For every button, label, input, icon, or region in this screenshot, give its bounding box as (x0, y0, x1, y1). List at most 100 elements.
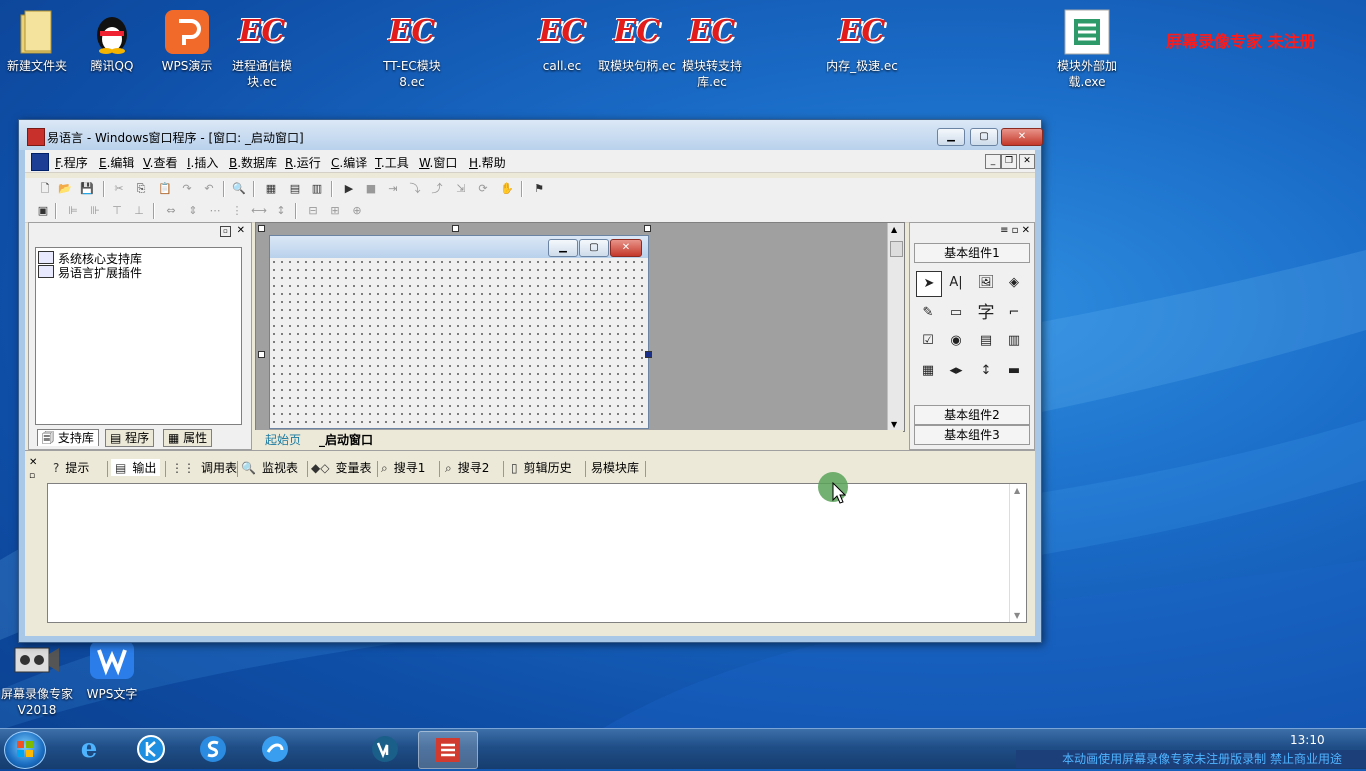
grid-list-tool-icon[interactable]: ▦ (916, 359, 940, 383)
menu-app-icon[interactable] (31, 153, 49, 171)
desktop-icon-ec-module-handle[interactable]: EC 取模块句柄.ec (597, 8, 677, 74)
checkbox-tool-icon[interactable]: ☑ (916, 329, 940, 353)
tab-search-1[interactable]: ⌕ 搜寻1 (381, 459, 425, 476)
listbox-tool-icon[interactable]: ▥ (1002, 329, 1026, 353)
desktop-icon-wps-presentation[interactable]: WPS演示 (147, 8, 227, 74)
scroll-up-icon[interactable]: ▲ (891, 225, 897, 234)
desktop-icon-screen-recorder[interactable]: 屏幕录像专家V2018 (0, 636, 77, 718)
distribute-v-icon[interactable]: ↕ (273, 203, 289, 219)
resize-handle[interactable] (258, 225, 265, 232)
menu-window[interactable]: W.窗口 (419, 154, 457, 171)
menu-help[interactable]: H.帮助 (469, 154, 506, 171)
scrollbar-h-tool-icon[interactable]: ◂▸ (944, 359, 968, 383)
minimize-button[interactable]: ▁ (937, 128, 965, 146)
panel-close-button[interactable]: ✕ (237, 225, 245, 236)
stop-icon[interactable]: ■ (363, 181, 379, 197)
panel-close-button[interactable]: ≡ ▫ ✕ (1000, 225, 1030, 236)
support-library-tree[interactable]: 系统核心支持库 易语言扩展插件 (35, 247, 242, 425)
space-vertical-icon[interactable]: ⋮ (229, 203, 245, 219)
center-v-icon[interactable]: ⊞ (327, 203, 343, 219)
component-group-2[interactable]: 基本组件2 (914, 405, 1030, 425)
new-file-icon[interactable]: 🗋 (37, 181, 53, 197)
scrollbar-v-tool-icon[interactable]: ↕ (974, 359, 998, 383)
menu-edit[interactable]: E.编辑 (99, 154, 134, 171)
hand-icon[interactable]: ✋ (499, 181, 515, 197)
resize-handle[interactable] (452, 225, 459, 232)
output-scrollbar[interactable]: ▲ ▼ (1009, 484, 1026, 622)
align-bottom-icon[interactable]: ⊥ (131, 203, 147, 219)
text-tool-icon[interactable]: 字 (974, 301, 998, 325)
scroll-thumb[interactable] (890, 241, 903, 257)
menu-compile[interactable]: C.编译 (331, 154, 367, 171)
taskbar-sogou[interactable] (184, 731, 242, 767)
output-restore-button[interactable]: ▫ (29, 471, 35, 481)
shape-tool-icon[interactable]: ◈ (1002, 271, 1026, 295)
clock[interactable]: 13:10 (1290, 733, 1325, 747)
same-height-icon[interactable]: ⇕ (185, 203, 201, 219)
align-left-icon[interactable]: ⊫ (65, 203, 81, 219)
taskbar-app-k[interactable] (122, 731, 180, 767)
center-both-icon[interactable]: ⊕ (349, 203, 365, 219)
resize-handle[interactable] (644, 225, 651, 232)
mdi-close-button[interactable]: ✕ (1019, 154, 1035, 169)
menu-program[interactable]: F.程序 (55, 154, 88, 171)
button-tool-icon[interactable]: ⌐ (1002, 301, 1026, 325)
designer-scrollbar[interactable]: ▲ ▼ (887, 223, 904, 431)
cut-icon[interactable]: ✂ (111, 181, 127, 197)
run-icon[interactable]: ▶ (341, 181, 357, 197)
layout-panel-icon[interactable]: ▤ (287, 181, 303, 197)
debug-tool-icon[interactable]: ⚑ (531, 181, 547, 197)
center-h-icon[interactable]: ⊟ (305, 203, 321, 219)
startup-window-form[interactable]: ▁ ▢ ✕ (269, 235, 649, 429)
picture-tool-icon[interactable]: 🖼 (974, 271, 998, 295)
scroll-down-icon[interactable]: ▼ (891, 420, 897, 429)
menu-tools[interactable]: T.工具 (375, 154, 409, 171)
menu-database[interactable]: B.数据库 (229, 154, 277, 171)
desktop-icon-ec-memory[interactable]: EC 内存_极速.ec (822, 8, 902, 74)
calculator-icon[interactable]: ▣ (35, 203, 51, 219)
tab-search-2[interactable]: ⌕ 搜寻2 (445, 459, 489, 476)
start-button[interactable] (4, 731, 46, 769)
desktop-icon-ec-module-to-lib[interactable]: EC 模块转支持库.ec (672, 8, 752, 90)
space-horizontal-icon[interactable]: ⋯ (207, 203, 223, 219)
mdi-restore-button[interactable]: ❐ (1001, 154, 1017, 169)
panel-restore-button[interactable]: ▫ (220, 226, 231, 237)
taskbar-easy-language[interactable] (418, 731, 478, 769)
paste-icon[interactable]: 📋 (157, 181, 173, 197)
align-center-icon[interactable]: ⊪ (87, 203, 103, 219)
menu-run[interactable]: R.运行 (285, 154, 321, 171)
breakpoint-icon[interactable]: ⟳ (475, 181, 491, 197)
taskbar-browser[interactable] (246, 731, 304, 767)
undo-icon[interactable]: ↶ (201, 181, 217, 197)
menu-insert[interactable]: I.插入 (187, 154, 218, 171)
run-to-cursor-icon[interactable]: ⇲ (453, 181, 469, 197)
redo-icon[interactable]: ↷ (179, 181, 195, 197)
desktop-icon-new-folder[interactable]: 新建文件夹 (0, 8, 77, 74)
resize-handle[interactable] (258, 351, 265, 358)
step-into-icon[interactable]: ⤵ (407, 181, 423, 197)
open-folder-icon[interactable]: 📂 (57, 181, 73, 197)
taskbar-ie[interactable]: e (60, 731, 118, 767)
group-box-tool-icon[interactable]: ▭ (944, 301, 968, 325)
distribute-h-icon[interactable]: ⟷ (251, 203, 267, 219)
desktop-icon-ec-tt[interactable]: EC TT-EC模块8.ec (372, 8, 452, 90)
pointer-tool-icon[interactable]: ➤ (916, 271, 942, 297)
step-over-icon[interactable]: ⇥ (385, 181, 401, 197)
same-width-icon[interactable]: ⇔ (163, 203, 179, 219)
tab-program[interactable]: ▤ 程序 (105, 429, 155, 447)
save-icon[interactable]: 💾 (79, 181, 95, 197)
label-tool-icon[interactable]: A| (944, 271, 968, 295)
mdi-minimize-button[interactable]: _ (985, 154, 1001, 169)
tab-support-library[interactable]: 🗐 支持库 (37, 429, 99, 446)
tab-call-stack[interactable]: ⋮⋮ 调用表 (171, 459, 237, 476)
layout-list-icon[interactable]: ▥ (309, 181, 325, 197)
desktop-icon-ec-process-comm[interactable]: EC 进程通信模块.ec (222, 8, 302, 90)
maximize-button[interactable]: ▢ (970, 128, 998, 146)
menu-view[interactable]: V.查看 (143, 154, 178, 171)
scroll-down-icon[interactable]: ▼ (1014, 611, 1020, 620)
tab-properties[interactable]: ▦ 属性 (163, 429, 213, 447)
tab-module-library[interactable]: 易模块库 (591, 459, 639, 476)
progress-tool-icon[interactable]: ▬ (1002, 359, 1026, 383)
form-design-grid[interactable] (270, 258, 648, 428)
align-top-icon[interactable]: ⊤ (109, 203, 125, 219)
